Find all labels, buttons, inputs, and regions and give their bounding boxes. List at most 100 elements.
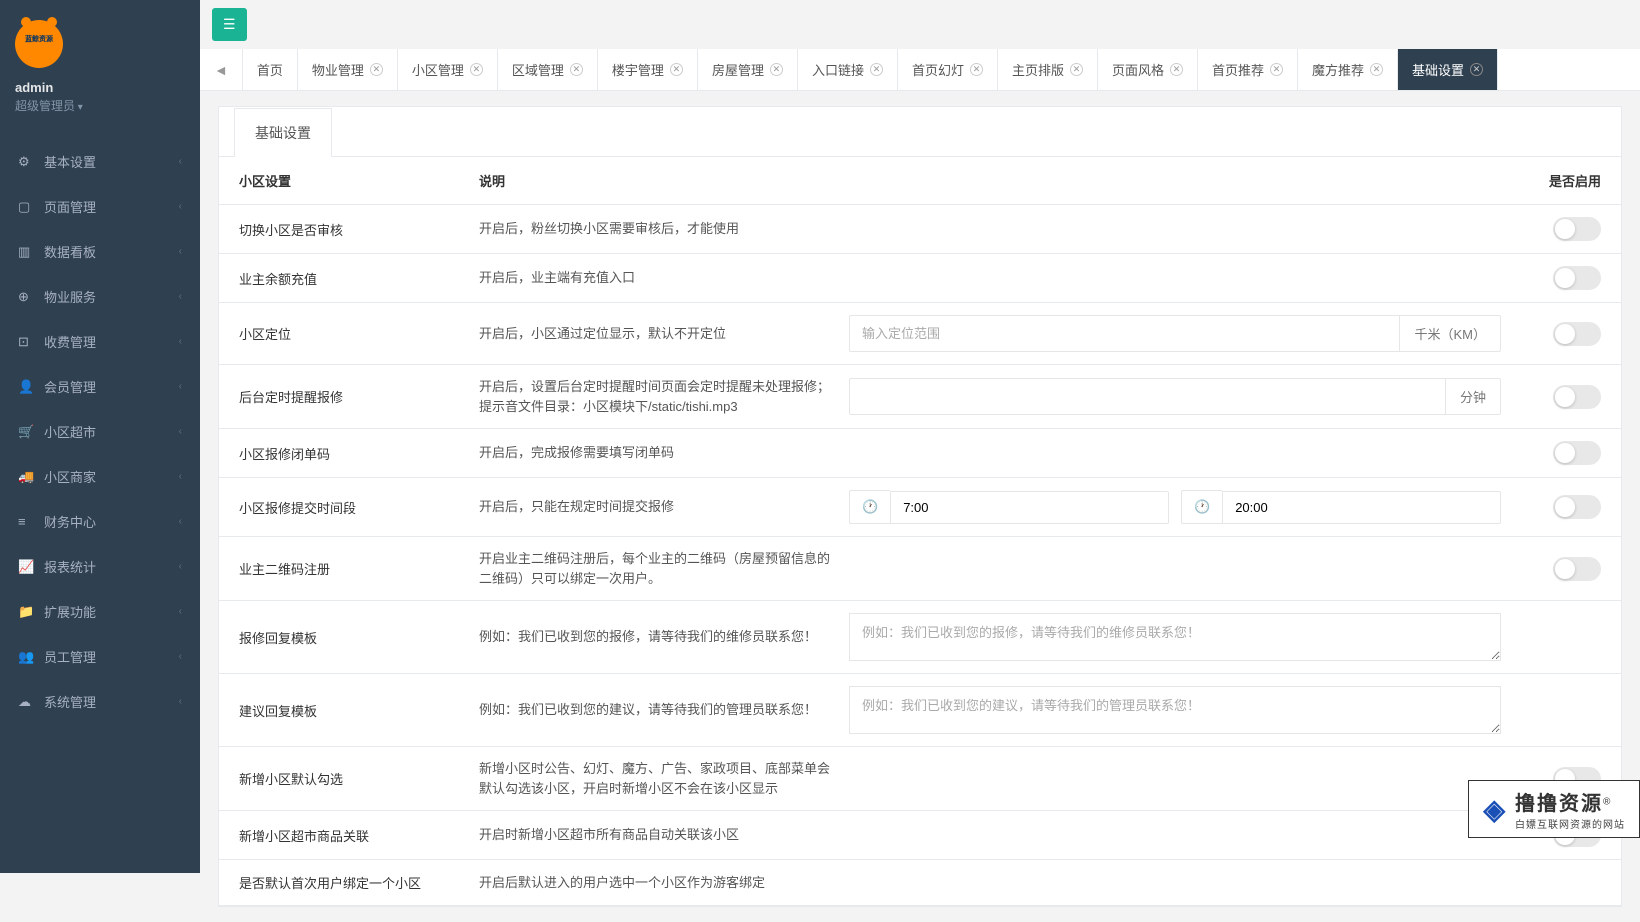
settings-row: 新增小区默认勾选 新增小区时公告、幻灯、魔方、广告、家政项目、底部菜单会默认勾选… xyxy=(219,747,1621,811)
settings-row: 报修回复模板 例如：我们已收到您的报修，请等待我们的维修员联系您！ xyxy=(219,601,1621,674)
row-input xyxy=(849,686,1501,734)
time-start-input[interactable] xyxy=(890,491,1169,524)
row-name: 新增小区超市商品关联 xyxy=(239,826,479,845)
row-name: 小区定位 xyxy=(239,324,479,343)
close-icon[interactable]: ✕ xyxy=(1070,63,1083,76)
toggle-switch[interactable] xyxy=(1553,385,1601,409)
panel-tab-basic[interactable]: 基础设置 xyxy=(234,108,332,157)
nav-item-7[interactable]: 🚚小区商家‹ xyxy=(0,454,200,499)
hamburger-button[interactable]: ☰ xyxy=(212,8,247,41)
nav-item-6[interactable]: 🛒小区超市‹ xyxy=(0,409,200,454)
tab-7[interactable]: 首页幻灯 ✕ xyxy=(898,49,998,90)
nav-label: 会员管理 xyxy=(44,377,179,396)
nav-item-9[interactable]: 📈报表统计‹ xyxy=(0,544,200,589)
close-icon[interactable]: ✕ xyxy=(1170,63,1183,76)
toggle-switch[interactable] xyxy=(1553,217,1601,241)
tab-nav-left[interactable]: ◄ xyxy=(200,49,243,90)
nav-item-4[interactable]: ⊡收费管理‹ xyxy=(0,319,200,364)
main: ☰ ◄ 首页物业管理✕小区管理✕区域管理✕楼宇管理✕房屋管理✕入口链接✕首页幻灯… xyxy=(200,0,1640,922)
settings-row: 业主二维码注册 开启业主二维码注册后，每个业主的二维码（房屋预留信息的二维码）只… xyxy=(219,537,1621,601)
tab-0[interactable]: 首页 xyxy=(243,49,298,90)
nav-item-2[interactable]: ▥数据看板‹ xyxy=(0,229,200,274)
row-toggle xyxy=(1501,217,1601,241)
nav-label: 报表统计 xyxy=(44,557,179,576)
row-desc: 开启后，完成报修需要填写闭单码 xyxy=(479,443,849,463)
close-icon[interactable]: ✕ xyxy=(370,63,383,76)
nav-item-3[interactable]: ⊕物业服务‹ xyxy=(0,274,200,319)
chevron-left-icon: ‹ xyxy=(179,561,182,572)
tab-label: 区域管理 xyxy=(512,60,564,79)
row-desc: 开启业主二维码注册后，每个业主的二维码（房屋预留信息的二维码）只可以绑定一次用户… xyxy=(479,549,849,588)
row-input xyxy=(849,613,1501,661)
tab-9[interactable]: 页面风格✕ xyxy=(1098,49,1198,90)
input-addon: 分钟 xyxy=(1446,378,1501,415)
nav-label: 基本设置 xyxy=(44,152,179,171)
tab-5[interactable]: 房屋管理✕ xyxy=(698,49,798,90)
close-icon[interactable]: ✕ xyxy=(770,63,783,76)
sidebar: 蓝鲸资源 admin 超级管理员 ⚙基本设置‹▢页面管理‹▥数据看板‹⊕物业服务… xyxy=(0,0,200,873)
row-desc: 例如：我们已收到您的报修，请等待我们的维修员联系您！ xyxy=(479,627,849,647)
nav-item-12[interactable]: ☁系统管理‹ xyxy=(0,679,200,724)
tab-label: 楼宇管理 xyxy=(612,60,664,79)
toggle-switch[interactable] xyxy=(1553,495,1601,519)
row-name: 建议回复模板 xyxy=(239,701,479,720)
close-icon[interactable]: ✕ xyxy=(470,63,483,76)
textarea[interactable] xyxy=(849,686,1501,734)
nav-item-1[interactable]: ▢页面管理‹ xyxy=(0,184,200,229)
logo-text: 蓝鲸资源 xyxy=(15,34,63,44)
watermark: ◈ 撸撸资源® 白嫖互联网资源的网站 xyxy=(1468,780,1640,838)
toggle-switch[interactable] xyxy=(1553,557,1601,581)
panel: 基础设置 小区设置 说明 是否启用 切换小区是否审核 开启后，粉丝切换小区需要审… xyxy=(218,106,1622,907)
header-desc: 说明 xyxy=(479,171,849,190)
tab-2[interactable]: 小区管理✕ xyxy=(398,49,498,90)
close-icon[interactable]: ✕ xyxy=(1270,63,1283,76)
chevron-left-icon: ‹ xyxy=(179,516,182,527)
toggle-switch[interactable] xyxy=(1553,322,1601,346)
text-input[interactable] xyxy=(849,378,1446,415)
textarea[interactable] xyxy=(849,613,1501,661)
nav-label: 财务中心 xyxy=(44,512,179,531)
nav-item-8[interactable]: ≡财务中心‹ xyxy=(0,499,200,544)
toggle-switch[interactable] xyxy=(1553,441,1601,465)
tab-label: 首页 xyxy=(257,60,283,79)
tab-10[interactable]: 首页推荐 ✕ xyxy=(1198,49,1298,90)
chevron-left-icon: ‹ xyxy=(179,291,182,302)
close-icon[interactable]: ✕ xyxy=(870,63,883,76)
tab-11[interactable]: 魔方推荐✕ xyxy=(1298,49,1398,90)
nav-icon: 👥 xyxy=(18,649,34,665)
clock-icon: 🕐 xyxy=(1181,490,1222,524)
close-icon[interactable]: ✕ xyxy=(670,63,683,76)
tab-12[interactable]: 基础设置✕ xyxy=(1398,49,1498,90)
nav-item-5[interactable]: 👤会员管理‹ xyxy=(0,364,200,409)
tab-label: 首页幻灯 xyxy=(912,60,964,79)
row-name: 后台定时提醒报修 xyxy=(239,387,479,406)
tab-label: 首页推荐 xyxy=(1212,60,1264,79)
text-input[interactable] xyxy=(849,315,1400,352)
content: 基础设置 小区设置 说明 是否启用 切换小区是否审核 开启后，粉丝切换小区需要审… xyxy=(200,91,1640,922)
row-name: 业主二维码注册 xyxy=(239,559,479,578)
tab-1[interactable]: 物业管理✕ xyxy=(298,49,398,90)
row-toggle xyxy=(1501,495,1601,519)
nav-item-11[interactable]: 👥员工管理‹ xyxy=(0,634,200,679)
close-icon[interactable]: ✕ xyxy=(1370,63,1383,76)
nav-label: 物业服务 xyxy=(44,287,179,306)
nav-icon: 🛒 xyxy=(18,424,34,440)
chevron-left-icon: ‹ xyxy=(179,381,182,392)
toggle-switch[interactable] xyxy=(1553,266,1601,290)
row-desc: 新增小区时公告、幻灯、魔方、广告、家政项目、底部菜单会默认勾选该小区，开启时新增… xyxy=(479,759,849,798)
nav-item-0[interactable]: ⚙基本设置‹ xyxy=(0,139,200,184)
close-icon[interactable]: ✕ xyxy=(970,63,983,76)
nav-item-10[interactable]: 📁扩展功能‹ xyxy=(0,589,200,634)
tab-3[interactable]: 区域管理 ✕ xyxy=(498,49,598,90)
tab-4[interactable]: 楼宇管理 ✕ xyxy=(598,49,698,90)
nav-menu: ⚙基本设置‹▢页面管理‹▥数据看板‹⊕物业服务‹⊡收费管理‹👤会员管理‹🛒小区超… xyxy=(0,139,200,724)
nav-icon: ⊡ xyxy=(18,334,34,350)
close-icon[interactable]: ✕ xyxy=(570,63,583,76)
close-icon[interactable]: ✕ xyxy=(1470,63,1483,76)
nav-label: 小区商家 xyxy=(44,467,179,486)
tab-8[interactable]: 主页排版✕ xyxy=(998,49,1098,90)
nav-label: 扩展功能 xyxy=(44,602,179,621)
tab-6[interactable]: 入口链接✕ xyxy=(798,49,898,90)
role-dropdown[interactable]: 超级管理员 xyxy=(15,97,185,114)
time-end-input[interactable] xyxy=(1222,491,1501,524)
